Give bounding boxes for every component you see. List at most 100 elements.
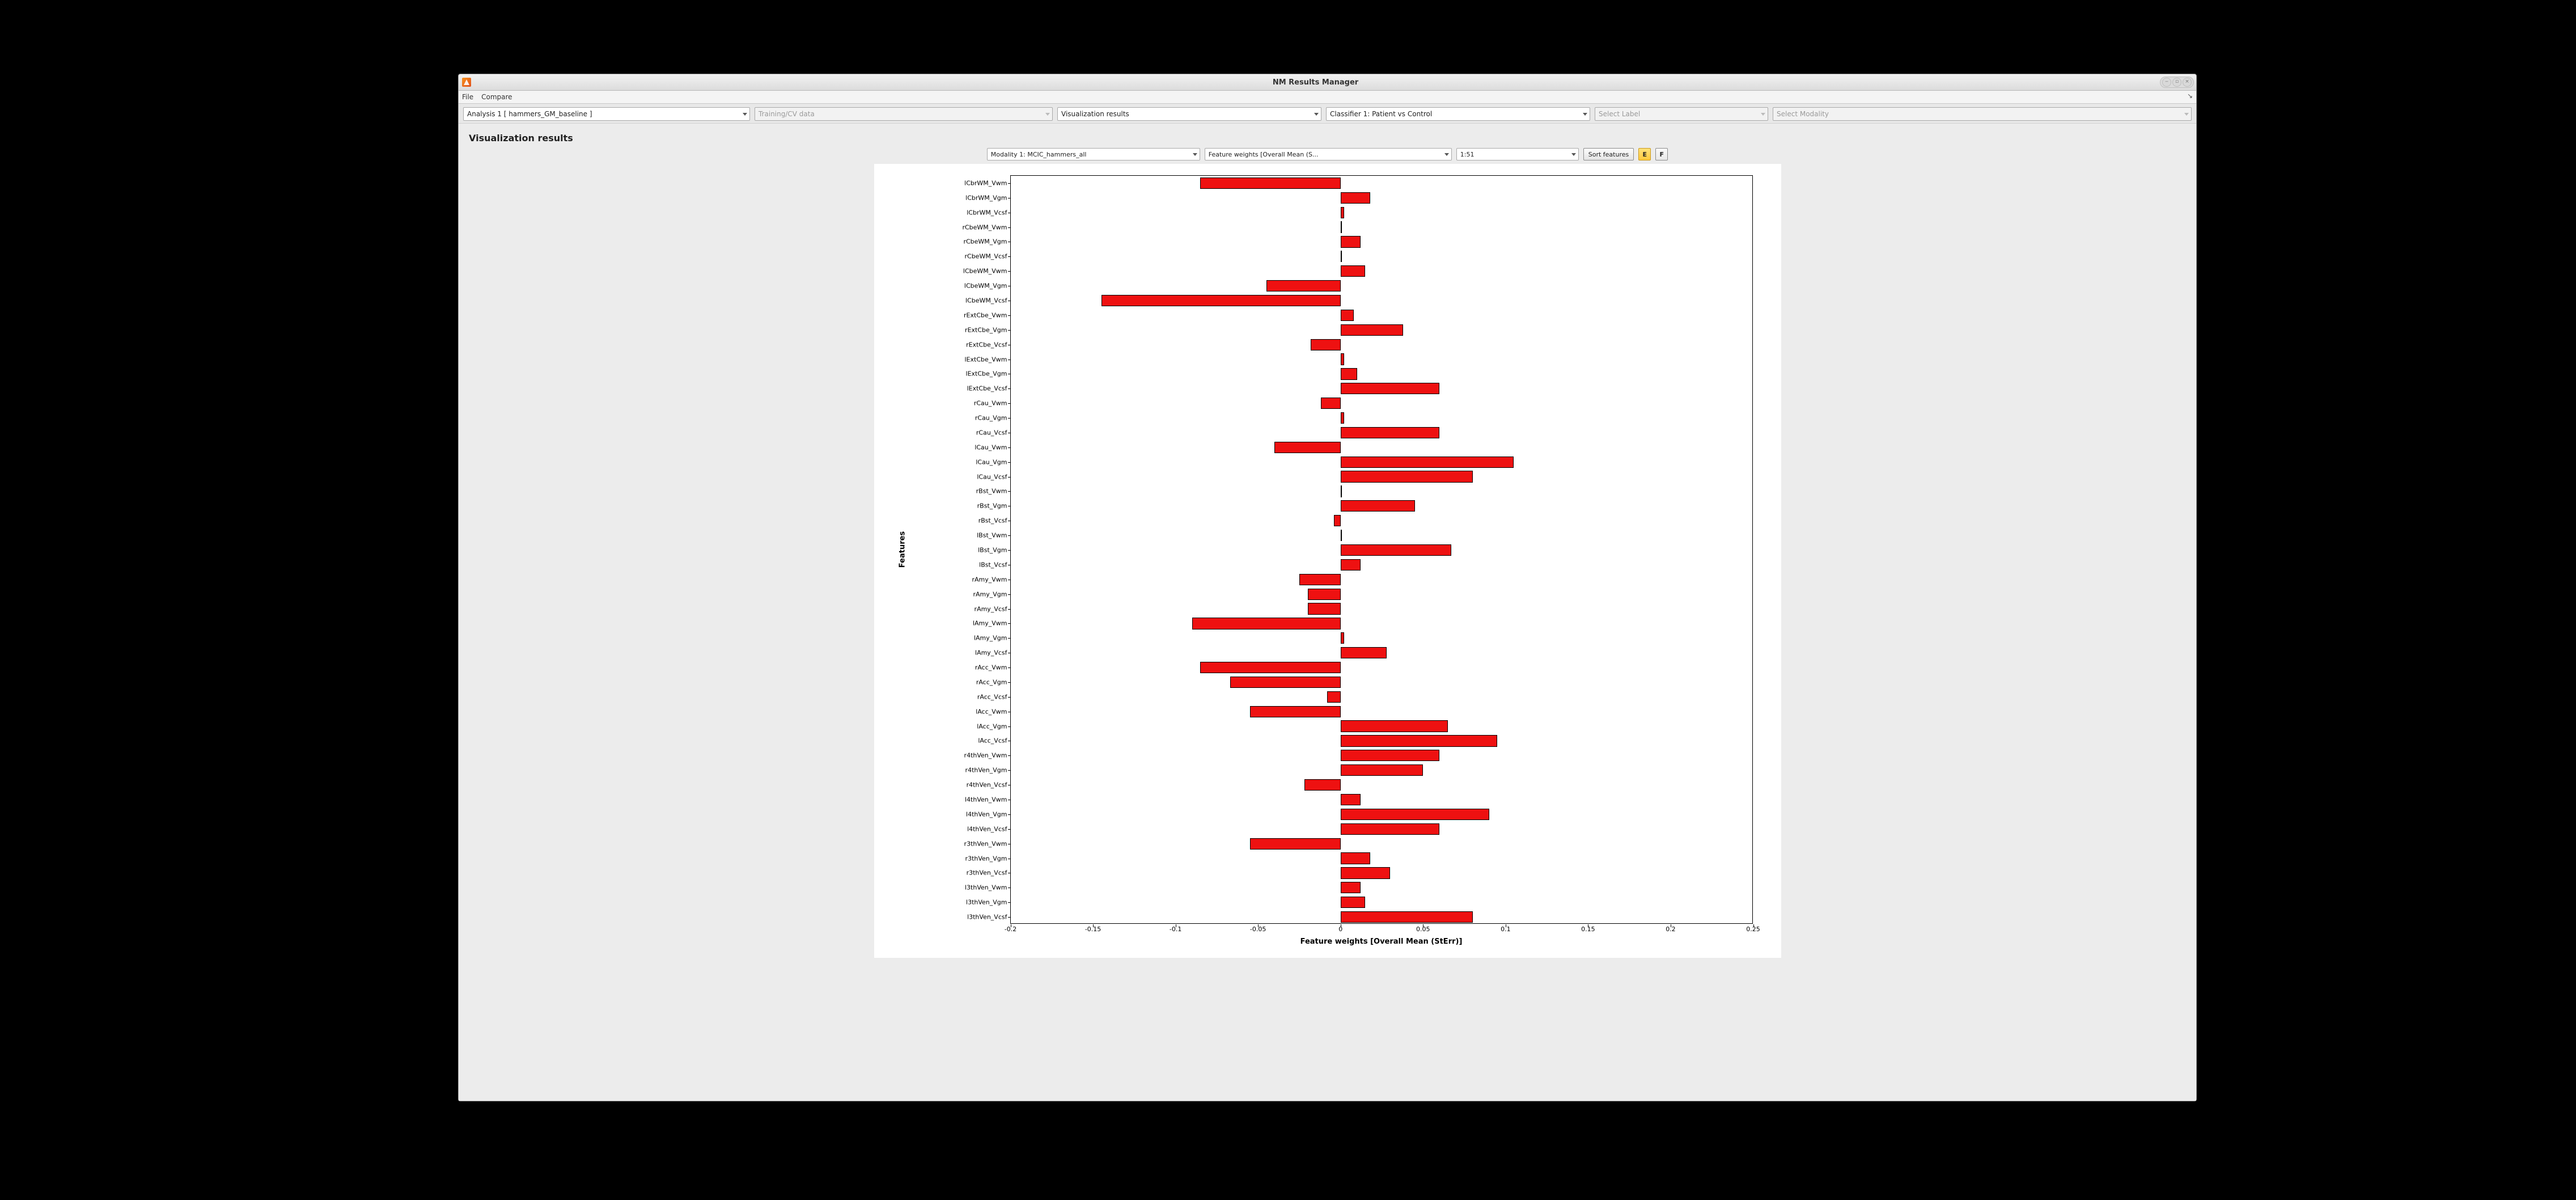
bar bbox=[1341, 485, 1342, 497]
bar bbox=[1341, 750, 1440, 761]
e-button[interactable]: E bbox=[1638, 148, 1651, 160]
bar bbox=[1341, 192, 1370, 204]
bar bbox=[1341, 544, 1451, 556]
chart-axes: lCbrWM_VwmlCbrWM_VgmlCbrWM_VcsfrCbeWM_Vw… bbox=[1010, 175, 1753, 924]
y-tick-label: rAmy_Vcsf bbox=[975, 606, 1011, 612]
x-tick-label: 0 bbox=[1338, 923, 1342, 933]
x-tick-label: -0.05 bbox=[1250, 923, 1266, 933]
y-tick-label: lAcc_Vcsf bbox=[978, 738, 1010, 744]
y-tick-label: rCbeWM_Vgm bbox=[963, 239, 1010, 245]
close-button[interactable]: × bbox=[2183, 78, 2192, 87]
y-tick-label: r4thVen_Vcsf bbox=[967, 782, 1011, 788]
maximize-button[interactable]: ▫ bbox=[2172, 78, 2181, 87]
bar bbox=[1308, 603, 1341, 614]
plot-modality-dropdown[interactable]: Modality 1: MCIC_hammers_all bbox=[987, 148, 1200, 160]
bar bbox=[1341, 324, 1404, 336]
bar bbox=[1341, 500, 1415, 512]
menu-overflow-icon[interactable]: ↘ bbox=[2187, 92, 2193, 100]
bar bbox=[1341, 897, 1366, 908]
bar bbox=[1341, 530, 1342, 541]
y-tick-label: rAcc_Vwm bbox=[975, 665, 1011, 671]
app-icon bbox=[462, 78, 471, 87]
bar bbox=[1341, 427, 1440, 438]
bar bbox=[1341, 251, 1342, 262]
bar bbox=[1266, 280, 1341, 291]
bar bbox=[1321, 398, 1341, 409]
window-controls: ‒ ▫ × bbox=[2160, 77, 2194, 88]
y-tick-label: lAmy_Vwm bbox=[973, 620, 1011, 627]
bar bbox=[1341, 457, 1514, 468]
modality-dropdown: Select Modality bbox=[1773, 107, 2192, 121]
content-area: Visualization results Modality 1: MCIC_h… bbox=[459, 124, 2196, 1101]
y-tick-label: lCau_Vgm bbox=[976, 459, 1010, 465]
minimize-button[interactable]: ‒ bbox=[2162, 78, 2171, 87]
y-tick-label: lCbrWM_Vgm bbox=[965, 195, 1010, 201]
y-tick-label: l4thVen_Vcsf bbox=[967, 826, 1010, 832]
y-tick-label: r4thVen_Vgm bbox=[965, 767, 1011, 774]
bar bbox=[1250, 838, 1341, 850]
y-tick-label: lBst_Vgm bbox=[978, 547, 1010, 553]
y-tick-label: lCau_Vwm bbox=[975, 444, 1010, 450]
y-tick-label: lExtCbe_Vgm bbox=[966, 371, 1011, 377]
plot-metric-dropdown[interactable]: Feature weights [Overall Mean (S... bbox=[1205, 148, 1452, 160]
bar bbox=[1341, 368, 1357, 379]
y-tick-label: l4thVen_Vgm bbox=[966, 811, 1010, 817]
plot-container: lCbrWM_VwmlCbrWM_VgmlCbrWM_VcsfrCbeWM_Vw… bbox=[468, 164, 2187, 1092]
bar bbox=[1334, 515, 1341, 526]
bar bbox=[1341, 823, 1440, 835]
y-tick-label: l3thVen_Vwm bbox=[965, 885, 1011, 891]
y-tick-label: lExtCbe_Vcsf bbox=[967, 386, 1011, 392]
y-tick-label: r3thVen_Vgm bbox=[965, 855, 1011, 861]
y-tick-label: rExtCbe_Vwm bbox=[964, 312, 1010, 318]
y-tick-label: r4thVen_Vwm bbox=[964, 753, 1011, 759]
bar bbox=[1341, 471, 1473, 482]
y-tick-label: rBst_Vcsf bbox=[978, 518, 1011, 524]
bar bbox=[1200, 178, 1340, 189]
bar bbox=[1341, 720, 1448, 732]
y-tick-label: lCbeWM_Vwm bbox=[963, 268, 1011, 274]
y-tick-label: l4thVen_Vwm bbox=[965, 797, 1011, 803]
bar bbox=[1341, 383, 1440, 394]
section-title: Visualization results bbox=[469, 133, 2187, 143]
y-tick-label: lAcc_Vwm bbox=[976, 708, 1010, 715]
app-window: NM Results Manager ‒ ▫ × File Compare ↘ … bbox=[458, 74, 2197, 1101]
label-dropdown: Select Label bbox=[1595, 107, 1768, 121]
x-tick-label: -0.15 bbox=[1085, 923, 1101, 933]
bar bbox=[1341, 207, 1344, 218]
bar bbox=[1101, 295, 1341, 306]
plot-range-dropdown[interactable]: 1:51 bbox=[1456, 148, 1579, 160]
bar bbox=[1304, 779, 1341, 791]
y-tick-label: lCbeWM_Vgm bbox=[964, 283, 1011, 289]
y-tick-label: rCbeWM_Vwm bbox=[962, 224, 1010, 230]
f-button[interactable]: F bbox=[1655, 148, 1668, 160]
bar bbox=[1192, 618, 1341, 629]
window-title: NM Results Manager bbox=[471, 78, 2160, 87]
bar bbox=[1200, 662, 1340, 673]
menu-compare[interactable]: Compare bbox=[481, 93, 512, 101]
y-tick-label: l3thVen_Vgm bbox=[966, 899, 1010, 906]
bar bbox=[1274, 442, 1340, 453]
x-tick-label: -0.2 bbox=[1005, 923, 1016, 933]
y-tick-label: lCbeWM_Vcsf bbox=[965, 298, 1011, 304]
menu-file[interactable]: File bbox=[462, 93, 473, 101]
y-tick-label: lBst_Vcsf bbox=[979, 561, 1010, 568]
classifier-dropdown[interactable]: Classifier 1: Patient vs Control bbox=[1326, 107, 1590, 121]
titlebar: NM Results Manager ‒ ▫ × bbox=[459, 74, 2196, 91]
y-tick-label: l3thVen_Vcsf bbox=[967, 914, 1010, 920]
y-tick-label: rCau_Vgm bbox=[975, 415, 1011, 421]
y-tick-label: lAmy_Vcsf bbox=[975, 650, 1010, 656]
bar bbox=[1341, 559, 1361, 571]
sort-features-button[interactable]: Sort features bbox=[1583, 148, 1634, 160]
x-axis-label: Feature weights [Overall Mean (StErr)] bbox=[1300, 937, 1463, 946]
bar bbox=[1341, 882, 1361, 893]
x-tick-label: 0.2 bbox=[1666, 923, 1676, 933]
analysis-dropdown[interactable]: Analysis 1 [ hammers_GM_baseline ] bbox=[463, 107, 750, 121]
bar bbox=[1327, 691, 1340, 703]
bar bbox=[1230, 677, 1341, 688]
bar bbox=[1341, 353, 1344, 365]
y-tick-label: r3thVen_Vcsf bbox=[967, 870, 1011, 876]
main-toolbar: Analysis 1 [ hammers_GM_baseline ] Train… bbox=[459, 104, 2196, 124]
view-dropdown[interactable]: Visualization results bbox=[1057, 107, 1321, 121]
y-tick-label: rAmy_Vgm bbox=[973, 591, 1011, 597]
desktop: NM Results Manager ‒ ▫ × File Compare ↘ … bbox=[0, 0, 2576, 1200]
